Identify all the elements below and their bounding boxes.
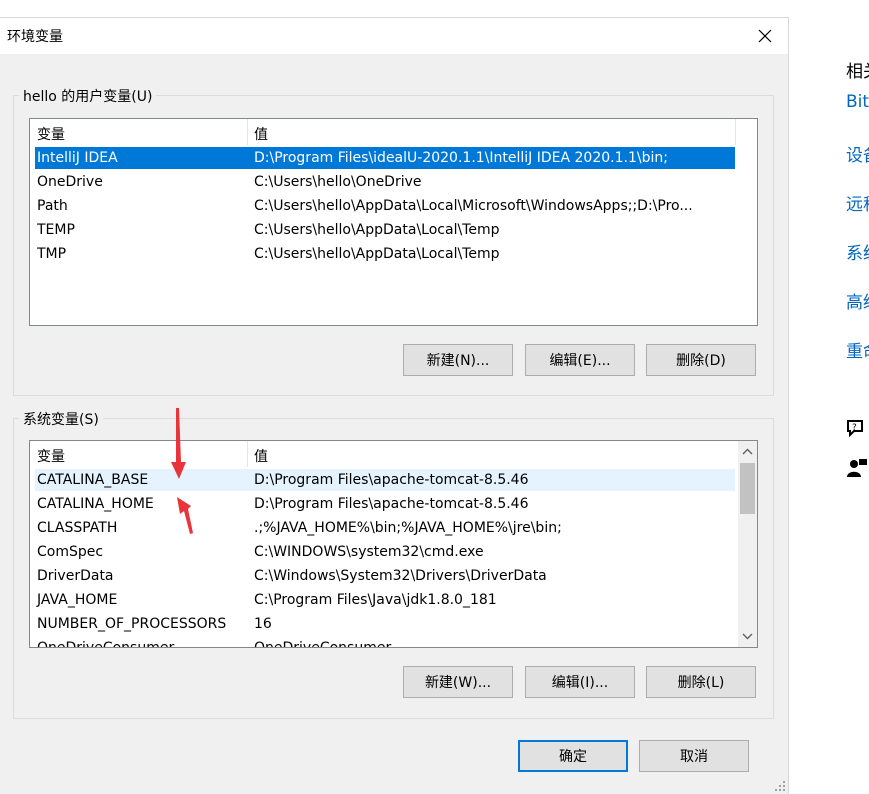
system-variables-list[interactable]: 变量 值 CATALINA_BASE D:\Program Files\apach… <box>29 440 758 648</box>
variable-name: DriverData <box>37 568 114 584</box>
table-row[interactable]: ComSpec C:\WINDOWS\system32\cmd.exe <box>35 541 735 563</box>
variable-name: OneDrive <box>37 174 103 190</box>
user-variables-label: hello 的用户变量(U) <box>19 86 157 106</box>
variable-value: C:\Users\hello\AppData\Local\Temp <box>254 246 500 262</box>
table-row[interactable]: TMP C:\Users\hello\AppData\Local\Temp <box>35 243 735 265</box>
variable-name: TMP <box>37 246 67 262</box>
variable-name: OneDriveConsumer <box>37 640 175 648</box>
variable-value: D:\Program Files\apache-tomcat-8.5.46 <box>254 496 529 512</box>
variable-name: ComSpec <box>37 544 104 560</box>
user-new-button[interactable]: 新建(N)... <box>403 344 513 376</box>
variable-value: C:\Users\hello\AppData\Local\Temp <box>254 222 500 238</box>
table-row[interactable]: CATALINA_BASE D:\Program Files\apache-tom… <box>35 469 735 491</box>
link-device[interactable]: 设备 <box>846 141 869 166</box>
resize-grip-icon[interactable] <box>774 780 786 792</box>
help-chat-icon[interactable]: ? <box>846 419 868 439</box>
column-divider[interactable] <box>735 119 736 145</box>
system-edit-button[interactable]: 编辑(I)... <box>525 666 635 698</box>
environment-variables-dialog: 环境变量 hello 的用户变量(U) 变量 值 IntelliJ IDEA D:… <box>0 17 789 794</box>
scroll-up-icon[interactable] <box>738 443 757 461</box>
link-bitlocker[interactable]: BitLocker <box>846 92 869 112</box>
table-row[interactable]: TEMP C:\Users\hello\AppData\Local\Temp <box>35 219 735 241</box>
variable-value: 16 <box>254 616 272 632</box>
user-variables-list[interactable]: 变量 值 IntelliJ IDEA D:\Program Files\ideal… <box>29 118 758 326</box>
ok-button[interactable]: 确定 <box>518 740 628 772</box>
variable-value: D:\Program Files\idealU-2020.1.1\Intelli… <box>254 150 668 166</box>
column-divider[interactable] <box>247 441 248 467</box>
link-remote[interactable]: 远程 <box>846 190 869 215</box>
list-header: 变量 值 <box>30 119 757 145</box>
vertical-scrollbar[interactable] <box>738 441 757 647</box>
table-row[interactable]: NUMBER_OF_PROCESSORS 16 <box>35 613 735 635</box>
system-delete-button[interactable]: 删除(L) <box>646 666 756 698</box>
variable-name: CATALINA_BASE <box>37 472 149 488</box>
variable-name: TEMP <box>37 222 75 238</box>
user-delete-button[interactable]: 删除(D) <box>646 344 756 376</box>
table-row[interactable]: OneDriveConsumer OneDriveConsumer <box>35 637 735 648</box>
table-row[interactable]: CLASSPATH .;%JAVA_HOME%\bin;%JAVA_HOME%\j… <box>35 517 735 539</box>
column-header-variable[interactable]: 变量 <box>37 446 65 466</box>
system-new-button[interactable]: 新建(W)... <box>403 666 513 698</box>
variable-name: CATALINA_HOME <box>37 496 154 512</box>
variable-value: C:\Users\hello\AppData\Local\Microsoft\W… <box>254 198 693 214</box>
list-header: 变量 值 <box>30 441 757 467</box>
variable-value: C:\Users\hello\OneDrive <box>254 174 422 190</box>
table-row[interactable]: JAVA_HOME C:\Program Files\Java\jdk1.8.0_… <box>35 589 735 611</box>
system-variables-label: 系统变量(S) <box>19 409 103 429</box>
variable-value: OneDriveConsumer <box>254 640 392 648</box>
variable-value: D:\Program Files\apache-tomcat-8.5.46 <box>254 472 529 488</box>
user-edit-button[interactable]: 编辑(E)... <box>525 344 635 376</box>
link-rename[interactable]: 重命名 <box>846 337 869 362</box>
link-advanced[interactable]: 高级 <box>846 288 869 313</box>
table-row[interactable]: OneDrive C:\Users\hello\OneDrive <box>35 171 735 193</box>
variable-name: CLASSPATH <box>37 520 118 536</box>
link-system[interactable]: 系统 <box>846 239 869 264</box>
variable-value: C:\WINDOWS\system32\cmd.exe <box>254 544 484 560</box>
dialog-title: 环境变量 <box>7 29 63 45</box>
column-divider[interactable] <box>247 119 248 145</box>
feedback-person-icon[interactable] <box>846 458 868 478</box>
variable-name: Path <box>37 198 68 214</box>
variable-name: NUMBER_OF_PROCESSORS <box>37 616 227 632</box>
column-header-variable[interactable]: 变量 <box>37 124 65 144</box>
column-header-value[interactable]: 值 <box>254 446 268 466</box>
scrollbar-thumb[interactable] <box>740 463 755 514</box>
variable-name: JAVA_HOME <box>37 592 118 608</box>
table-row[interactable]: DriverData C:\Windows\System32\Drivers\Dr… <box>35 565 735 587</box>
close-button[interactable] <box>742 18 788 54</box>
variable-name: IntelliJ IDEA <box>37 150 118 166</box>
cancel-button[interactable]: 取消 <box>639 740 749 772</box>
variable-value: .;%JAVA_HOME%\bin;%JAVA_HOME%\jre\bin; <box>254 520 562 536</box>
column-header-value[interactable]: 值 <box>254 124 268 144</box>
variable-value: C:\Windows\System32\Drivers\DriverData <box>254 568 547 584</box>
title-bar: 环境变量 <box>0 18 788 54</box>
related-heading: 相关 <box>846 62 869 82</box>
close-icon <box>758 29 772 43</box>
table-row[interactable]: IntelliJ IDEA D:\Program Files\idealU-202… <box>35 147 735 169</box>
svg-text:?: ? <box>852 423 857 433</box>
settings-side-panel: 相关 BitLocker 设备 远程 系统 高级 重命名 ? <box>846 0 869 794</box>
variable-value: C:\Program Files\Java\jdk1.8.0_181 <box>254 592 497 608</box>
scroll-down-icon[interactable] <box>738 627 757 645</box>
table-row[interactable]: CATALINA_HOME D:\Program Files\apache-tom… <box>35 493 735 515</box>
table-row[interactable]: Path C:\Users\hello\AppData\Local\Microso… <box>35 195 735 217</box>
